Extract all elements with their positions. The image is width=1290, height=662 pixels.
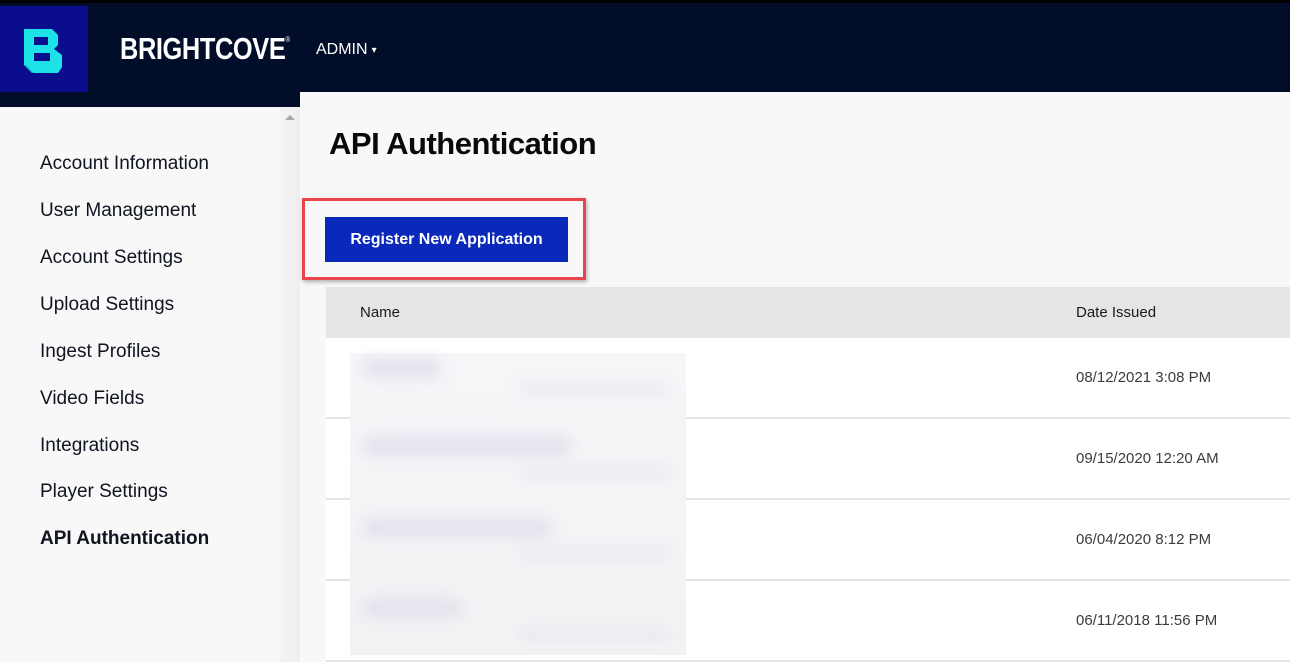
sidebar-item-video-fields[interactable]: Video Fields [40, 388, 144, 410]
column-header-name[interactable]: Name [360, 304, 400, 321]
main-content: API Authentication Register New Applicat… [300, 92, 1290, 662]
redacted-application-names [350, 353, 686, 655]
date-issued-cell: 09/15/2020 12:20 AM [1076, 450, 1219, 467]
sidebar-item-api-authentication[interactable]: API Authentication [40, 528, 209, 550]
sidebar-scrollbar[interactable] [280, 107, 300, 662]
top-navigation-bar: BRIGHTCOVE® ADMIN ▾ [0, 0, 1290, 95]
admin-menu-label: ADMIN [316, 41, 368, 58]
chevron-down-icon: ▾ [371, 44, 377, 56]
brightcove-logo[interactable] [0, 6, 88, 95]
sidebar-item-account-settings[interactable]: Account Settings [40, 247, 183, 269]
sidebar-navigation: Account Information User Management Acco… [0, 107, 300, 662]
column-header-date-issued[interactable]: Date Issued [1076, 304, 1156, 321]
date-issued-cell: 08/12/2021 3:08 PM [1076, 369, 1212, 386]
table-header: Name Date Issued [326, 287, 1290, 338]
admin-menu-dropdown[interactable]: ADMIN ▾ [316, 41, 377, 59]
redacted-name [362, 597, 462, 619]
redacted-id [520, 547, 670, 561]
redacted-id [520, 465, 670, 479]
page-title: API Authentication [329, 126, 597, 161]
sidebar-item-ingest-profiles[interactable]: Ingest Profiles [40, 341, 160, 363]
sidebar-item-integrations[interactable]: Integrations [40, 435, 139, 457]
applications-table: Name Date Issued 08/12/2021 3:08 PM 09/1… [326, 287, 1290, 662]
sidebar-item-user-management[interactable]: User Management [40, 200, 196, 222]
redacted-name [362, 435, 572, 457]
brightcove-b-logo-icon [24, 28, 62, 73]
redacted-name [362, 357, 442, 379]
scroll-up-arrow-icon[interactable] [285, 115, 295, 120]
registered-mark: ® [285, 35, 290, 44]
register-new-application-button[interactable]: Register New Application [325, 217, 568, 262]
sidebar-header-strip [0, 92, 300, 107]
redacted-id [520, 627, 670, 641]
date-issued-cell: 06/04/2020 8:12 PM [1076, 531, 1212, 548]
sidebar-item-upload-settings[interactable]: Upload Settings [40, 294, 174, 316]
date-issued-cell: 06/11/2018 11:56 PM [1076, 612, 1218, 629]
redacted-id [520, 383, 670, 397]
sidebar-item-account-information[interactable]: Account Information [40, 153, 209, 175]
brand-wordmark: BRIGHTCOVE® [120, 31, 290, 67]
brand-name: BRIGHTCOVE [120, 31, 286, 66]
sidebar-item-player-settings[interactable]: Player Settings [40, 481, 168, 503]
redacted-name [362, 517, 552, 539]
